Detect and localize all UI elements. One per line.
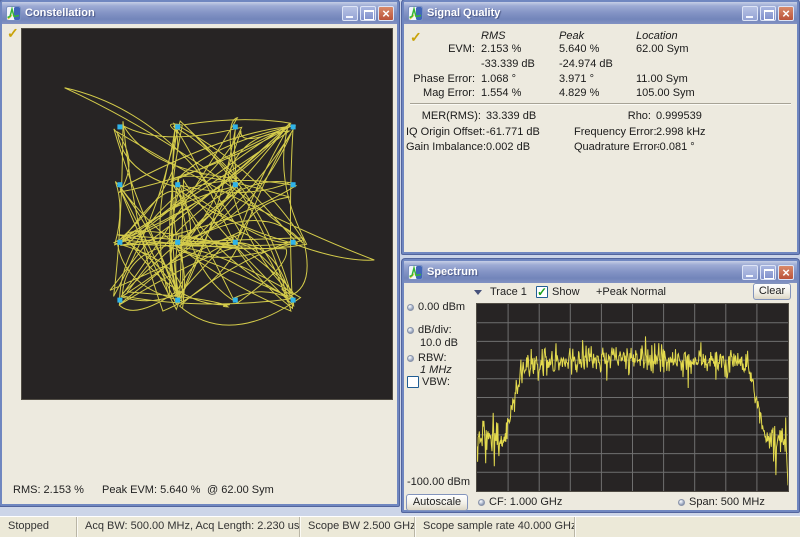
stat-value: -61.771 dB [486,125,581,139]
spectrum-trace [477,304,788,491]
ref-level-knob-icon[interactable] [407,304,414,311]
clear-button[interactable]: Clear [753,283,791,300]
db-per-div-knob-icon[interactable] [407,327,414,334]
signal-quality-titlebar[interactable]: Signal Quality [404,2,797,24]
location-value: 62.00 Sym [636,42,689,56]
rbw-knob-icon[interactable] [407,355,414,362]
stats-row: Gain Imbalance: 0.002 dB Quadrature Erro… [406,140,793,154]
rms-value: 1.554 % [481,86,557,100]
vbw-label[interactable]: VBW: [422,376,450,388]
show-trace-checkbox[interactable] [536,286,548,298]
rbw-value[interactable]: 1 MHz [420,364,452,376]
peak-value: 5.640 % [559,42,634,56]
detector-mode-label: +Peak Normal [596,286,666,298]
table-row: EVM: 2.153 % 5.640 % 62.00 Sym [406,42,793,56]
db-per-div-label[interactable]: dB/div: [418,324,452,336]
maximize-button[interactable] [760,265,776,280]
location-value: 105.00 Sym [636,86,695,100]
constellation-trace [22,29,392,399]
vbw-checkbox[interactable] [407,376,419,388]
close-button[interactable] [378,6,394,21]
stat-label: Gain Imbalance: [406,140,481,154]
cf-knob-icon[interactable] [478,499,485,506]
constellation-plot [21,28,393,400]
peak-value: -24.974 dB [559,57,634,71]
constellation-titlebar[interactable]: Constellation [2,2,397,24]
status-bar: Stopped Acq BW: 500.00 MHz, Acq Length: … [0,516,800,537]
table-header-row: RMS Peak Location [406,29,793,43]
rms-column-header: RMS [481,29,557,43]
valid-check-icon: ✓ [7,25,19,42]
rms-evm-readout: RMS: 2.153 % [13,484,84,496]
spectrum-titlebar[interactable]: Spectrum [404,261,797,283]
close-button[interactable] [778,6,794,21]
stat-value: 33.339 dB [486,109,581,123]
status-segment-sample-rate: Scope sample rate 40.000 GHz [415,517,575,537]
peak-symbol-readout: @ 62.00 Sym [207,484,274,496]
signal-quality-window: Signal Quality ✓ RMS Peak Location EVM: … [402,0,799,254]
status-segment-run-state: Stopped [0,517,77,537]
stats-row: IQ Origin Offset: -61.771 dB Frequency E… [406,125,793,139]
table-row: Mag Error: 1.554 % 4.829 % 105.00 Sym [406,86,793,100]
stat-value: -0.081 ° [656,140,695,154]
bottom-level-label: -100.00 dBm [406,476,470,488]
row-label: Mag Error: [406,86,475,100]
peak-value: 3.971 ° [559,72,634,86]
spectrum-plot [476,303,789,492]
maximize-button[interactable] [360,6,376,21]
minimize-button[interactable] [742,265,758,280]
location-column-header: Location [636,29,678,43]
status-segment-acquisition: Acq BW: 500.00 MHz, Acq Length: 2.230 us [77,517,300,537]
window-icon [6,6,21,21]
peak-evm-readout: Peak EVM: 5.640 % [102,484,200,496]
constellation-window: Constellation ✓ RMS: 2.153 % Peak EVM: 5… [0,0,399,506]
minimize-button[interactable] [342,6,358,21]
close-button[interactable] [778,265,794,280]
table-row: -33.339 dB -24.974 dB [406,57,793,71]
stat-label: MER(RMS): [406,109,481,123]
stat-label: Frequency Error: [574,125,651,139]
window-title: Signal Quality [427,7,738,19]
span-readout[interactable]: Span: 500 MHz [689,496,765,508]
stat-label: Rho: [574,109,651,123]
window-title: Spectrum [427,266,738,278]
stat-label: IQ Origin Offset: [406,125,481,139]
location-value: 11.00 Sym [636,72,688,86]
window-title: Constellation [25,7,338,19]
ref-level-value[interactable]: 0.00 dBm [418,301,465,313]
rms-value: 1.068 ° [481,72,557,86]
stat-label: Quadrature Error: [574,140,651,154]
status-segment-empty [575,517,800,537]
trace-dropdown-chevron-icon[interactable] [474,290,482,295]
db-per-div-value[interactable]: 10.0 dB [420,337,458,349]
show-checkbox-label[interactable]: Show [552,286,580,298]
maximize-button[interactable] [760,6,776,21]
autoscale-button[interactable]: Autoscale [406,494,468,511]
row-label: EVM: [406,42,475,56]
trace-selector-label[interactable]: Trace 1 [490,286,527,298]
stat-value: 2.998 kHz [656,125,706,139]
span-knob-icon[interactable] [678,499,685,506]
rbw-label[interactable]: RBW: [418,352,447,364]
table-row: Phase Error: 1.068 ° 3.971 ° 11.00 Sym [406,72,793,86]
peak-column-header: Peak [559,29,634,43]
center-frequency-readout[interactable]: CF: 1.000 GHz [489,496,562,508]
separator [410,103,791,105]
row-label: Phase Error: [406,72,475,86]
rms-value: -33.339 dB [481,57,557,71]
window-icon [408,265,423,280]
minimize-button[interactable] [742,6,758,21]
status-segment-scope-bw: Scope BW 2.500 GHz [300,517,415,537]
stat-value: 0.002 dB [486,140,581,154]
rms-value: 2.153 % [481,42,557,56]
window-icon [408,6,423,21]
stat-value: 0.999539 [656,109,702,123]
vsa-application: { "icons": { "check": "✓" }, "theme": { … [0,0,800,537]
peak-value: 4.829 % [559,86,634,100]
stats-row: MER(RMS): 33.339 dB Rho: 0.999539 [406,109,793,123]
spectrum-window: Spectrum Trace 1 Show +Peak Normal Clear… [402,259,799,512]
